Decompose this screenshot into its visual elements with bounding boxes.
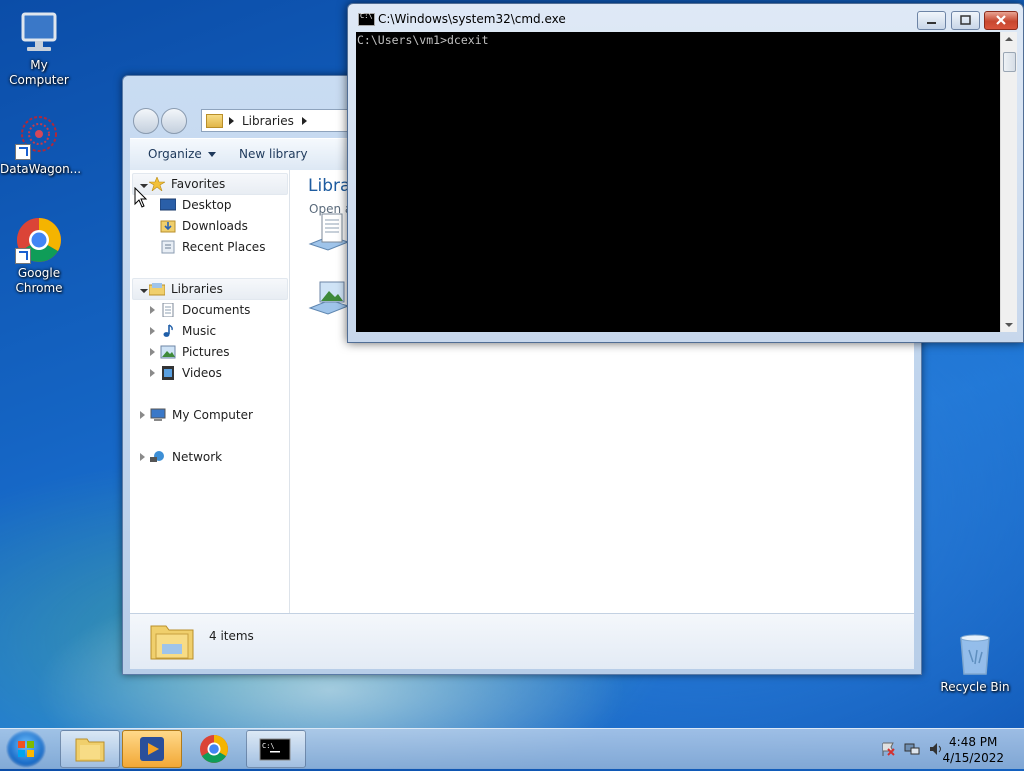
nav-item-label: Pictures (182, 345, 230, 359)
forward-button[interactable] (161, 108, 187, 134)
nav-item-label: Favorites (171, 177, 226, 191)
scroll-up-icon[interactable] (1005, 37, 1013, 41)
nav-item-my-computer[interactable]: My Computer (140, 405, 253, 425)
music-icon (160, 324, 176, 338)
start-button[interactable] (6, 730, 46, 768)
window-title: C:\Windows\system32\cmd.exe (378, 12, 566, 26)
desktop-icon-label: DataWagon... (0, 162, 82, 176)
console-line: C:\Users\vm1>dcexit (357, 33, 489, 47)
nav-item-music[interactable]: Music (150, 321, 216, 341)
new-library-button[interactable]: New library (239, 147, 308, 161)
pictures-icon (160, 345, 176, 359)
scroll-thumb[interactable] (1003, 52, 1016, 72)
nav-item-libraries[interactable]: Libraries (132, 278, 288, 300)
expand-arrow-icon[interactable] (150, 327, 155, 335)
desktop-icon (159, 198, 177, 212)
videos-icon (160, 366, 176, 380)
status-bar: 4 items (130, 613, 914, 669)
taskbar-explorer-button[interactable] (60, 730, 120, 768)
chevron-right-icon (301, 116, 307, 125)
desktop-icon-recycle-bin[interactable]: Recycle Bin (936, 630, 1014, 695)
expand-arrow-icon[interactable] (140, 453, 145, 461)
desktop-icon-label: Recycle Bin (940, 680, 1010, 694)
desktop-icon-label: Google Chrome (15, 266, 63, 295)
downloads-icon (160, 219, 176, 233)
organize-label: Organize (148, 147, 202, 161)
cmd-window[interactable]: C:\Windows\system32\cmd.exe C:\Users\vm1… (347, 3, 1024, 343)
item-count: 4 items (209, 629, 254, 643)
desktop-icon-google-chrome[interactable]: Google Chrome (0, 216, 78, 296)
expand-arrow-icon[interactable] (150, 348, 155, 356)
chevron-down-icon (207, 152, 216, 157)
svg-text:C:\: C:\ (262, 742, 275, 750)
libraries-icon (148, 282, 166, 296)
documents-library-icon[interactable] (308, 212, 350, 258)
action-center-flag-icon[interactable] (880, 741, 896, 757)
expand-arrow-icon[interactable] (140, 411, 145, 419)
nav-item-recent-places[interactable]: Recent Places (160, 237, 265, 257)
expand-arrow-icon[interactable] (150, 369, 155, 377)
computer-icon (150, 408, 166, 422)
minimize-button[interactable] (917, 11, 946, 30)
taskbar-media-player-button[interactable] (122, 730, 182, 768)
recycle-bin-icon (951, 630, 999, 678)
console-output[interactable]: C:\Users\vm1>dcexit (356, 32, 1000, 332)
close-button[interactable] (984, 11, 1018, 30)
nav-item-label: Desktop (182, 198, 232, 212)
documents-icon (160, 302, 176, 318)
scroll-down-icon[interactable] (1005, 323, 1013, 327)
shortcut-arrow-icon (15, 248, 31, 264)
nav-item-favorites[interactable]: Favorites (132, 173, 288, 195)
clock-date: 4/15/2022 (942, 751, 1004, 765)
page-title: Libra (308, 176, 351, 196)
nav-item-label: Recent Places (182, 240, 266, 254)
navigation-pane[interactable]: Favorites Desktop Downloads Recent Place… (130, 170, 290, 613)
network-tray-icon[interactable] (904, 741, 920, 757)
libraries-folder-icon (150, 620, 194, 660)
chrome-icon (15, 216, 63, 264)
nav-item-documents[interactable]: Documents (150, 300, 250, 320)
clock-time: 4:48 PM (949, 735, 998, 749)
taskbar-chrome-button[interactable] (184, 730, 244, 768)
chevron-right-icon (229, 116, 234, 125)
maximize-button[interactable] (951, 11, 980, 30)
cmd-icon (358, 12, 375, 26)
address-crumb[interactable]: Libraries (242, 114, 294, 128)
desktop-icon-label: My Computer (9, 58, 69, 87)
nav-item-downloads[interactable]: Downloads (160, 216, 248, 236)
vertical-scrollbar[interactable] (1000, 32, 1017, 332)
shortcut-arrow-icon (15, 144, 31, 160)
desktop-icon-datawagon[interactable]: DataWagon... (0, 112, 82, 177)
recent-places-icon (160, 240, 176, 254)
nav-item-desktop[interactable]: Desktop (159, 195, 232, 215)
nav-item-label: Libraries (171, 282, 223, 296)
clock[interactable]: 4:48 PM 4/15/2022 (942, 734, 1004, 766)
datawagon-icon (15, 112, 63, 160)
libraries-folder-icon (206, 113, 223, 128)
star-icon (147, 176, 167, 192)
system-tray (880, 741, 944, 757)
expand-arrow-icon[interactable] (150, 306, 155, 314)
computer-icon (15, 8, 63, 56)
nav-item-label: Network (172, 450, 223, 464)
pictures-library-icon[interactable] (308, 276, 350, 322)
taskbar: C:\ 4:48 PM 4/15/2022 (0, 728, 1024, 769)
organize-button[interactable]: Organize (148, 147, 216, 161)
desktop-icon-my-computer[interactable]: My Computer (0, 8, 78, 88)
back-button[interactable] (133, 108, 159, 134)
expand-arrow-icon[interactable] (140, 285, 148, 293)
nav-item-label: Documents (182, 303, 251, 317)
nav-item-videos[interactable]: Videos (150, 363, 222, 383)
nav-item-label: Music (182, 324, 217, 338)
nav-item-label: My Computer (172, 408, 253, 422)
network-icon (150, 450, 166, 464)
nav-item-label: Videos (182, 366, 222, 380)
taskbar-cmd-button[interactable]: C:\ (246, 730, 306, 768)
nav-item-label: Downloads (182, 219, 248, 233)
nav-item-pictures[interactable]: Pictures (150, 342, 230, 362)
nav-item-network[interactable]: Network (140, 447, 222, 467)
